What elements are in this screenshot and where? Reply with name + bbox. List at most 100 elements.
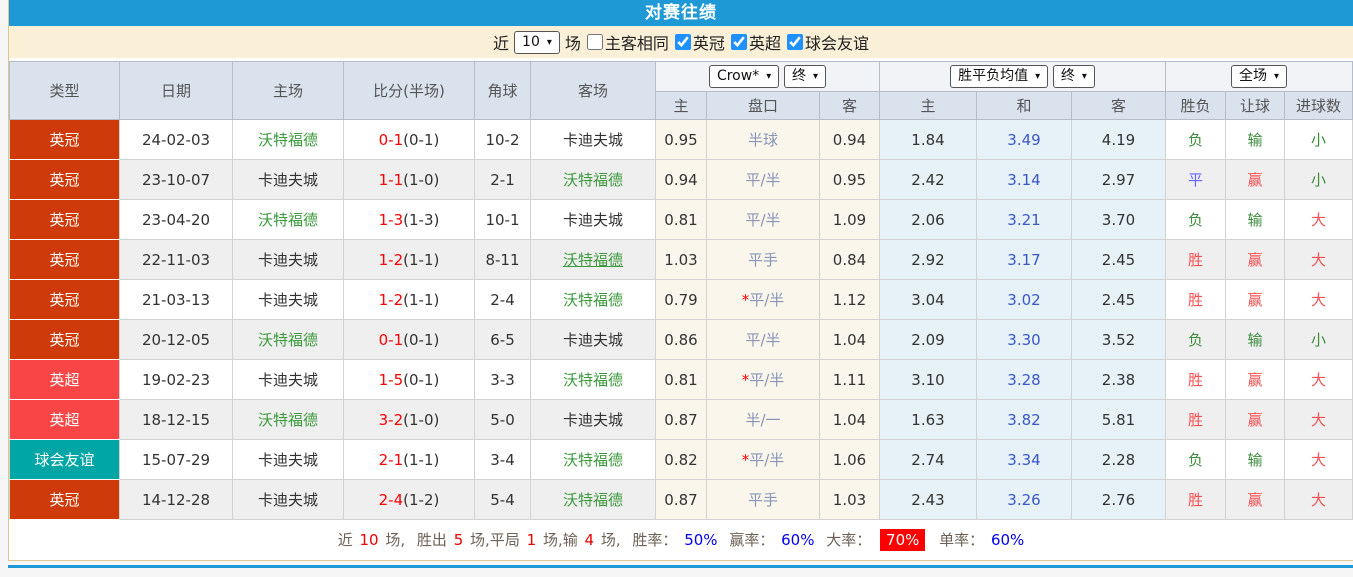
away-team[interactable]: 卡迪夫城 bbox=[530, 399, 656, 440]
home-team-name: 沃特福德 bbox=[257, 211, 318, 229]
col-header-result: 胜负 bbox=[1165, 91, 1226, 120]
odds-away: 0.94 bbox=[819, 119, 880, 160]
away-team[interactable]: 沃特福德 bbox=[530, 159, 656, 200]
home-team-name: 卡迪夫城 bbox=[257, 251, 318, 269]
col-header-crow-away: 客 bbox=[819, 91, 880, 120]
score-cell: 3-2(1-0) bbox=[343, 399, 475, 440]
away-team-name: 沃特福德 bbox=[562, 491, 623, 509]
away-team[interactable]: 卡迪夫城 bbox=[530, 319, 656, 360]
premier-checkbox[interactable] bbox=[730, 34, 747, 50]
table-row: 英冠 23-10-07 卡迪夫城 1-1(1-0) 2-1 沃特福德 0.94 … bbox=[9, 159, 1353, 200]
full-score: 0-1 bbox=[378, 330, 404, 349]
col-header-avg-away: 客 bbox=[1071, 91, 1166, 120]
score-cell: 2-1(1-1) bbox=[343, 439, 475, 480]
score-cell: 1-2(1-1) bbox=[343, 279, 475, 320]
result-wdl: 胜 bbox=[1165, 279, 1226, 320]
home-team[interactable]: 卡迪夫城 bbox=[232, 159, 344, 200]
result-group-header: 全场 ▾ bbox=[1164, 61, 1353, 92]
away-team-name: 沃特福德 bbox=[562, 251, 623, 269]
scope-select[interactable]: 全场 ▾ bbox=[1230, 65, 1288, 88]
home-team[interactable]: 卡迪夫城 bbox=[232, 479, 344, 520]
match-date: 23-10-07 bbox=[119, 159, 233, 200]
handicap-value: 平/半 bbox=[745, 171, 781, 189]
summary-rate2-label: 赢率： bbox=[729, 531, 775, 549]
half-score: (1-3) bbox=[403, 210, 440, 229]
away-team[interactable]: 沃特福德 bbox=[530, 439, 656, 480]
home-team[interactable]: 卡迪夫城 bbox=[232, 239, 344, 280]
avg-draw-odds: 3.49 bbox=[976, 119, 1072, 160]
handicap-value: 半/一 bbox=[745, 411, 781, 429]
away-team[interactable]: 沃特福德 bbox=[530, 279, 656, 320]
away-team[interactable]: 卡迪夫城 bbox=[530, 119, 656, 160]
league-filter-premier[interactable]: 英超 bbox=[725, 30, 781, 54]
league-badge: 英冠 bbox=[9, 119, 120, 160]
odds-handicap: *平/半 bbox=[706, 279, 820, 320]
avg-away-odds: 2.45 bbox=[1071, 279, 1166, 320]
result-goals: 大 bbox=[1283, 399, 1353, 440]
avg-time-select[interactable]: 终 ▾ bbox=[1052, 65, 1095, 88]
match-date: 20-12-05 bbox=[119, 319, 233, 360]
col-header-avg-draw: 和 bbox=[976, 91, 1072, 120]
avg-type-select[interactable]: 胜平负均值 ▾ bbox=[950, 65, 1049, 88]
page-title: 对赛往绩 bbox=[9, 0, 1353, 26]
home-team[interactable]: 沃特福德 bbox=[232, 199, 344, 240]
odds-home: 0.95 bbox=[655, 119, 707, 160]
championship-checkbox[interactable] bbox=[674, 34, 691, 50]
same-venue-checkbox-label[interactable]: 主客相同 bbox=[581, 30, 669, 54]
same-venue-checkbox[interactable] bbox=[586, 34, 603, 50]
home-team[interactable]: 沃特福德 bbox=[232, 399, 344, 440]
full-score: 2-1 bbox=[378, 450, 404, 469]
table-row: 英超 18-12-15 沃特福德 3-2(1-0) 5-0 卡迪夫城 0.87 … bbox=[9, 399, 1353, 440]
home-team[interactable]: 沃特福德 bbox=[232, 119, 344, 160]
league-filter-friendly[interactable]: 球会友谊 bbox=[781, 30, 869, 54]
odds-source-select[interactable]: Crow* ▾ bbox=[708, 65, 780, 88]
summary-rate3-badge: 70% bbox=[880, 529, 926, 551]
odds-home: 1.03 bbox=[655, 239, 707, 280]
result-wdl: 胜 bbox=[1165, 359, 1226, 400]
odds-time-select[interactable]: 终 ▾ bbox=[784, 65, 827, 88]
avg-home-odds: 2.92 bbox=[879, 239, 977, 280]
league-badge: 英冠 bbox=[9, 239, 120, 280]
avg-away-odds: 2.38 bbox=[1071, 359, 1166, 400]
odds-handicap: 半/一 bbox=[706, 399, 820, 440]
away-team[interactable]: 沃特福德 bbox=[530, 479, 656, 520]
result-wdl: 负 bbox=[1165, 199, 1226, 240]
friendly-checkbox[interactable] bbox=[786, 34, 803, 50]
recent-count-select[interactable]: 10 ▾ bbox=[514, 30, 560, 54]
odds-away: 1.04 bbox=[819, 399, 880, 440]
odds-away: 1.09 bbox=[819, 199, 880, 240]
odds-home: 0.82 bbox=[655, 439, 707, 480]
away-team[interactable]: 沃特福德 bbox=[530, 359, 656, 400]
away-team[interactable]: 沃特福德 bbox=[530, 239, 656, 280]
history-table: 类型 日期 主场 比分(半场) 角球 客场 Crow* ▾ 终 ▾ 胜平负均值 … bbox=[9, 61, 1353, 520]
col-header-goals: 进球数 bbox=[1283, 91, 1353, 120]
home-team[interactable]: 卡迪夫城 bbox=[232, 279, 344, 320]
result-wdl: 负 bbox=[1165, 319, 1226, 360]
match-date: 22-11-03 bbox=[119, 239, 233, 280]
result-goals: 小 bbox=[1283, 159, 1353, 200]
full-score: 1-3 bbox=[378, 210, 404, 229]
home-team[interactable]: 卡迪夫城 bbox=[232, 359, 344, 400]
home-team[interactable]: 沃特福德 bbox=[232, 319, 344, 360]
result-goals: 大 bbox=[1283, 239, 1353, 280]
home-team[interactable]: 卡迪夫城 bbox=[232, 439, 344, 480]
col-header-score: 比分(半场) bbox=[343, 61, 475, 120]
half-score: (1-1) bbox=[403, 290, 440, 309]
result-goals: 大 bbox=[1283, 439, 1353, 480]
col-header-away: 客场 bbox=[530, 61, 656, 120]
avg-home-odds: 2.06 bbox=[879, 199, 977, 240]
score-cell: 1-5(0-1) bbox=[343, 359, 475, 400]
result-goals: 小 bbox=[1283, 119, 1353, 160]
odds-away: 0.84 bbox=[819, 239, 880, 280]
league-filter-championship[interactable]: 英冠 bbox=[669, 30, 725, 54]
avg-home-odds: 2.42 bbox=[879, 159, 977, 200]
odds-home: 0.79 bbox=[655, 279, 707, 320]
full-score: 0-1 bbox=[378, 130, 404, 149]
summary-rate1: 50% bbox=[684, 531, 718, 549]
away-team[interactable]: 卡迪夫城 bbox=[530, 199, 656, 240]
avg-draw-odds: 3.26 bbox=[976, 479, 1072, 520]
half-score: (0-1) bbox=[403, 330, 440, 349]
result-goals: 大 bbox=[1283, 279, 1353, 320]
league-badge: 英冠 bbox=[9, 159, 120, 200]
full-score: 1-1 bbox=[378, 170, 404, 189]
